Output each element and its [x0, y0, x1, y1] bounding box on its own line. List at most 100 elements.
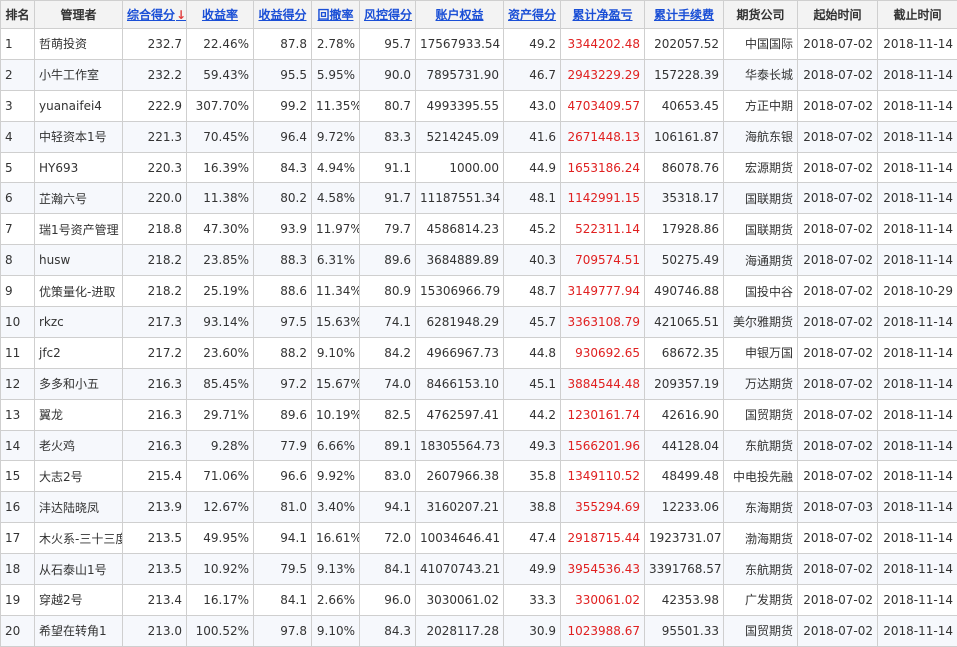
rank-cell: 13 [1, 399, 35, 430]
fees-cell: 12233.06 [645, 492, 724, 523]
asset-score-cell: 49.3 [504, 430, 561, 461]
risk-score-cell: 84.3 [360, 615, 416, 646]
total-score-cell: 232.7 [123, 29, 187, 60]
table-row[interactable]: 13翼龙216.329.71%89.610.19%82.54762597.414… [1, 399, 957, 430]
table-row[interactable]: 3yuanaifei4222.9307.70%99.211.35%80.7499… [1, 90, 957, 121]
table-row[interactable]: 5HY693220.316.39%84.34.94%91.11000.0044.… [1, 152, 957, 183]
table-row[interactable]: 2小牛工作室232.259.43%95.55.95%90.07895731.90… [1, 59, 957, 90]
rank-cell: 18 [1, 554, 35, 585]
table-row[interactable]: 9优策量化-进取218.225.19%88.611.34%80.91530696… [1, 276, 957, 307]
asset-score-cell: 44.2 [504, 399, 561, 430]
return-rate-cell: 47.30% [187, 214, 254, 245]
drawdown-cell: 6.31% [312, 245, 360, 276]
fees-cell: 35318.17 [645, 183, 724, 214]
asset-score-cell: 47.4 [504, 523, 561, 554]
end-date-cell: 2018-11-14 [878, 245, 957, 276]
equity-cell: 17567933.54 [416, 29, 504, 60]
risk-score-cell: 83.3 [360, 121, 416, 152]
end-date-cell: 2018-10-29 [878, 276, 957, 307]
net-profit-cell: 2671448.13 [561, 121, 645, 152]
rank-cell: 14 [1, 430, 35, 461]
manager-cell: 中轻资本1号 [35, 121, 123, 152]
manager-cell: 哲萌投资 [35, 29, 123, 60]
drawdown-cell: 11.34% [312, 276, 360, 307]
total-score-cell: 215.4 [123, 461, 187, 492]
end-date-cell: 2018-11-14 [878, 337, 957, 368]
equity-cell: 5214245.09 [416, 121, 504, 152]
rank-cell: 11 [1, 337, 35, 368]
fees-cell: 106161.87 [645, 121, 724, 152]
asset-score-cell: 45.7 [504, 307, 561, 338]
table-row[interactable]: 18从石泰山1号213.510.92%79.59.13%84.141070743… [1, 554, 957, 585]
risk-score-cell: 84.2 [360, 337, 416, 368]
return-score-cell: 99.2 [254, 90, 312, 121]
manager-cell: 从石泰山1号 [35, 554, 123, 585]
header-return-rate[interactable]: 收益率 [187, 1, 254, 29]
header-drawdown[interactable]: 回撤率 [312, 1, 360, 29]
table-row[interactable]: 16沣达陆晓凤213.912.67%81.03.40%94.13160207.2… [1, 492, 957, 523]
return-rate-cell: 71.06% [187, 461, 254, 492]
end-date-cell: 2018-11-14 [878, 523, 957, 554]
table-row[interactable]: 8husw218.223.85%88.36.31%89.63684889.894… [1, 245, 957, 276]
manager-cell: 穿越2号 [35, 585, 123, 616]
manager-cell: 瑞1号资产管理 [35, 214, 123, 245]
equity-cell: 15306966.79 [416, 276, 504, 307]
drawdown-cell: 9.13% [312, 554, 360, 585]
equity-cell: 2028117.28 [416, 615, 504, 646]
company-cell: 东航期货 [724, 554, 798, 585]
header-asset-score[interactable]: 资产得分 [504, 1, 561, 29]
drawdown-cell: 2.66% [312, 585, 360, 616]
table-row[interactable]: 4中轻资本1号221.370.45%96.49.72%83.35214245.0… [1, 121, 957, 152]
return-rate-cell: 25.19% [187, 276, 254, 307]
table-row[interactable]: 1哲萌投资232.722.46%87.82.78%95.717567933.54… [1, 29, 957, 60]
asset-score-cell: 48.1 [504, 183, 561, 214]
fees-cell: 50275.49 [645, 245, 724, 276]
table-row[interactable]: 19穿越2号213.416.17%84.12.66%96.03030061.02… [1, 585, 957, 616]
header-equity[interactable]: 账户权益 [416, 1, 504, 29]
header-fees[interactable]: 累计手续费 [645, 1, 724, 29]
header-return-score[interactable]: 收益得分 [254, 1, 312, 29]
manager-cell: 希望在转角1 [35, 615, 123, 646]
rank-cell: 2 [1, 59, 35, 90]
drawdown-cell: 6.66% [312, 430, 360, 461]
end-date-cell: 2018-11-14 [878, 399, 957, 430]
table-row[interactable]: 12多多和小五216.385.45%97.215.67%74.08466153.… [1, 368, 957, 399]
risk-score-cell: 91.7 [360, 183, 416, 214]
return-score-cell: 80.2 [254, 183, 312, 214]
header-net-profit[interactable]: 累计净盈亏 [561, 1, 645, 29]
fees-cell: 42353.98 [645, 585, 724, 616]
fees-cell: 86078.76 [645, 152, 724, 183]
equity-cell: 18305564.73 [416, 430, 504, 461]
sort-arrow-icon: ↓ [176, 8, 186, 22]
company-cell: 华泰长城 [724, 59, 798, 90]
drawdown-cell: 4.94% [312, 152, 360, 183]
drawdown-cell: 2.78% [312, 29, 360, 60]
table-row[interactable]: 20希望在转角1213.0100.52%97.89.10%84.32028117… [1, 615, 957, 646]
return-rate-cell: 49.95% [187, 523, 254, 554]
header-risk-score[interactable]: 风控得分 [360, 1, 416, 29]
table-row[interactable]: 17木火系-三十三度213.549.95%94.116.61%72.010034… [1, 523, 957, 554]
table-row[interactable]: 6芷瀚六号220.011.38%80.24.58%91.711187551.34… [1, 183, 957, 214]
return-score-cell: 88.3 [254, 245, 312, 276]
rank-cell: 10 [1, 307, 35, 338]
start-date-cell: 2018-07-02 [798, 59, 878, 90]
table-row[interactable]: 7瑞1号资产管理218.847.30%93.911.97%79.74586814… [1, 214, 957, 245]
table-row[interactable]: 15大志2号215.471.06%96.69.92%83.02607966.38… [1, 461, 957, 492]
table-row[interactable]: 14老火鸡216.39.28%77.96.66%89.118305564.734… [1, 430, 957, 461]
total-score-cell: 213.5 [123, 554, 187, 585]
net-profit-cell: 355294.69 [561, 492, 645, 523]
asset-score-cell: 45.2 [504, 214, 561, 245]
net-profit-cell: 3363108.79 [561, 307, 645, 338]
table-row[interactable]: 10rkzc217.393.14%97.515.63%74.16281948.2… [1, 307, 957, 338]
return-rate-cell: 23.60% [187, 337, 254, 368]
equity-cell: 7895731.90 [416, 59, 504, 90]
rank-cell: 1 [1, 29, 35, 60]
return-rate-cell: 23.85% [187, 245, 254, 276]
equity-cell: 4966967.73 [416, 337, 504, 368]
end-date-cell: 2018-11-14 [878, 152, 957, 183]
table-row[interactable]: 11jfc2217.223.60%88.29.10%84.24966967.73… [1, 337, 957, 368]
header-total-score[interactable]: 综合得分↓ [123, 1, 187, 29]
net-profit-cell: 1349110.52 [561, 461, 645, 492]
risk-score-cell: 89.1 [360, 430, 416, 461]
asset-score-cell: 49.2 [504, 29, 561, 60]
